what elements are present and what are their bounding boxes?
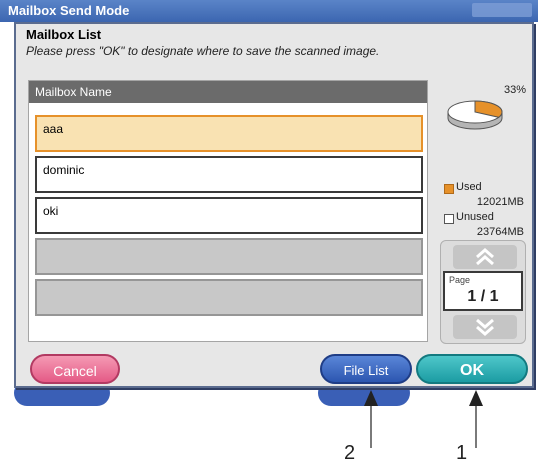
callout-arrows <box>364 390 483 448</box>
callout-number-1: 1 <box>456 442 468 464</box>
callout-number-2: 2 <box>344 442 356 464</box>
arrow-up-icon <box>469 390 483 406</box>
arrow-up-icon <box>364 390 378 406</box>
